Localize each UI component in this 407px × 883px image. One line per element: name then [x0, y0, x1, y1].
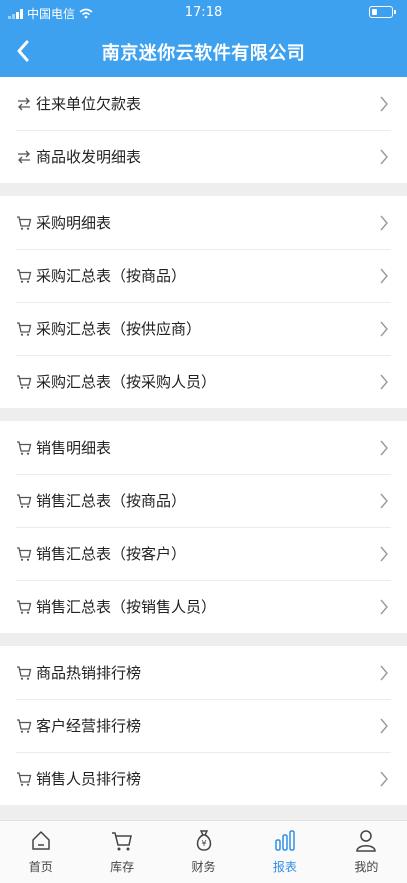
report-item-sales-detail[interactable]: 销售明细表: [0, 421, 407, 474]
chevron-right-icon: [380, 493, 388, 509]
cart-icon: [16, 440, 32, 456]
status-time: 17:18: [184, 5, 223, 20]
tab-label: 我的: [354, 860, 379, 874]
report-item-customer-ranking[interactable]: 客户经营排行榜: [0, 699, 407, 752]
money-bag-icon: ¥: [196, 830, 211, 851]
cart-icon: [16, 599, 32, 615]
report-item-purchase-by-supplier[interactable]: 采购汇总表（按供应商）: [0, 302, 407, 355]
report-item-label: 商品收发明细表: [36, 148, 142, 166]
app-header: 中国电信 17:18 南京迷你云软件有限公司: [0, 0, 407, 77]
user-icon: [356, 830, 377, 852]
bar-chart-icon: [275, 830, 295, 851]
chevron-right-icon: [380, 268, 388, 284]
report-item-label: 商品热销排行榜: [36, 664, 142, 682]
bottom-tab-bar: 首页 库存 ¥ 财务 报表 我的: [0, 820, 407, 883]
group-rankings: 商品热销排行榜 客户经营排行榜 销售人员排行榜: [0, 646, 407, 805]
cart-icon: [16, 546, 32, 562]
tab-label: 报表: [272, 860, 297, 874]
report-item-sales-by-goods[interactable]: 销售汇总表（按商品）: [0, 474, 407, 527]
svg-text:¥: ¥: [201, 839, 206, 848]
tab-reports[interactable]: 报表: [244, 821, 325, 883]
report-item-purchase-detail[interactable]: 采购明细表: [0, 196, 407, 249]
nav-bar: 南京迷你云软件有限公司: [0, 26, 407, 77]
chevron-right-icon: [380, 321, 388, 337]
chevron-right-icon: [380, 215, 388, 231]
chevron-right-icon: [380, 771, 388, 787]
report-item-label: 采购汇总表（按采购人员）: [36, 373, 217, 391]
chevron-right-icon: [380, 718, 388, 734]
report-item-purchase-by-goods[interactable]: 采购汇总表（按商品）: [0, 249, 407, 302]
tab-label: 财务: [191, 860, 216, 874]
group-purchase: 采购明细表 采购汇总表（按商品） 采购汇总表（按供应商） 采购汇总表（按采购人员…: [0, 196, 407, 408]
page-title: 南京迷你云软件有限公司: [101, 43, 306, 64]
report-item-label: 往来单位欠款表: [36, 95, 142, 113]
report-item-sales-by-customer[interactable]: 销售汇总表（按客户）: [0, 527, 407, 580]
chevron-right-icon: [380, 440, 388, 456]
report-item-label: 销售明细表: [36, 439, 112, 457]
chevron-right-icon: [380, 665, 388, 681]
report-item-receivables[interactable]: 往来单位欠款表: [0, 77, 407, 130]
transfer-icon: [16, 96, 32, 112]
chevron-right-icon: [380, 374, 388, 390]
report-item-label: 客户经营排行榜: [36, 717, 142, 735]
group-sales: 销售明细表 销售汇总表（按商品） 销售汇总表（按客户） 销售汇总表（按销售人员）: [0, 421, 407, 633]
report-item-goods-flow[interactable]: 商品收发明细表: [0, 130, 407, 183]
cart-icon: [16, 718, 32, 734]
chevron-right-icon: [380, 96, 388, 112]
report-item-salesperson-ranking[interactable]: 销售人员排行榜: [0, 752, 407, 805]
tab-me[interactable]: 我的: [326, 821, 407, 883]
cart-icon: [112, 832, 133, 851]
report-list: 往来单位欠款表 商品收发明细表 采购明细表 采购汇总表（按商品） 采购汇总表（按…: [0, 77, 407, 805]
report-item-label: 销售汇总表（按销售人员）: [36, 598, 217, 616]
status-bar: 中国电信 17:18: [0, 0, 407, 26]
battery-icon: [369, 6, 396, 18]
tab-home[interactable]: 首页: [0, 821, 81, 883]
cart-icon: [16, 665, 32, 681]
back-button[interactable]: [8, 34, 38, 68]
chevron-left-icon: [17, 40, 29, 62]
tab-inventory[interactable]: 库存: [81, 821, 162, 883]
cart-icon: [16, 215, 32, 231]
chevron-right-icon: [380, 546, 388, 562]
report-item-sales-by-salesperson[interactable]: 销售汇总表（按销售人员）: [0, 580, 407, 633]
tab-label: 首页: [28, 860, 53, 874]
tab-label: 库存: [110, 860, 135, 874]
chevron-right-icon: [380, 599, 388, 615]
home-icon: [31, 831, 50, 850]
report-item-label: 销售汇总表（按客户）: [36, 545, 187, 563]
cart-icon: [16, 268, 32, 284]
cart-icon: [16, 493, 32, 509]
cart-icon: [16, 321, 32, 337]
report-item-label: 销售人员排行榜: [36, 770, 142, 788]
report-item-label: 采购汇总表（按商品）: [36, 267, 187, 285]
report-item-label: 销售汇总表（按商品）: [36, 492, 187, 510]
cart-icon: [16, 374, 32, 390]
report-item-label: 采购明细表: [36, 214, 112, 232]
cart-icon: [16, 771, 32, 787]
chevron-right-icon: [380, 149, 388, 165]
group-ledger: 往来单位欠款表 商品收发明细表: [0, 77, 407, 183]
report-item-hot-goods-ranking[interactable]: 商品热销排行榜: [0, 646, 407, 699]
tab-finance[interactable]: ¥ 财务: [163, 821, 244, 883]
report-item-label: 采购汇总表（按供应商）: [36, 320, 202, 338]
report-item-purchase-by-buyer[interactable]: 采购汇总表（按采购人员）: [0, 355, 407, 408]
transfer-icon: [16, 149, 32, 165]
